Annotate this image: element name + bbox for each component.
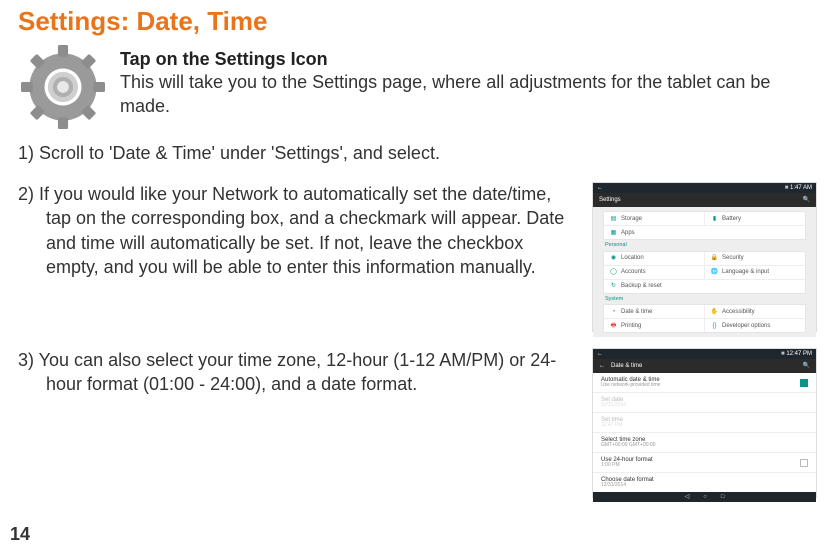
developer-icon: {} [711,322,718,329]
system-card: ◔Date & time ✋Accessibility 🖶Printing {}… [603,304,806,333]
dateformat-sub: 12/31/2014 [601,483,654,488]
step-1: 1) Scroll to 'Date & Time' under 'Settin… [18,143,817,164]
page-number: 14 [10,524,30,545]
settings-header-title: Settings [599,197,621,203]
step-2-text: 2) If you would like your Network to aut… [18,182,580,279]
24hour-sub: 1:00 PM [601,463,653,468]
clock-icon: ◔ [610,308,617,315]
step-3-body: 3) You can also select your time zone, 1… [18,348,580,397]
set-date-sub: 12/31/2014 [601,403,626,408]
datetime-header: ← Date & time 🔍 [593,359,816,373]
accounts-item[interactable]: ◯Accounts [604,266,705,280]
intro-text: Tap on the Settings Icon This will take … [120,45,817,129]
timezone-item[interactable]: Select time zone GMT+00:00 GMT+00:00 [593,433,816,453]
datetime-header-title: Date & time [611,363,642,369]
system-header: System [603,294,806,305]
nav-home-icon[interactable]: ○ [703,494,707,500]
storage-item[interactable]: ▤Storage [604,212,705,226]
timezone-sub: GMT+00:00 GMT+00:00 [601,443,655,448]
intro-body: This will take you to the Settings page,… [120,70,817,119]
apps-item[interactable]: ▦Apps [604,226,805,239]
developer-item[interactable]: {}Developer options [705,319,805,332]
auto-datetime-item[interactable]: Automatic date & time Use network-provid… [593,373,816,393]
storage-icon: ▤ [610,215,617,222]
accessibility-icon: ✋ [711,308,718,315]
datetime-screenshot: ← ■ 12:47 PM ← Date & time 🔍 Automatic d… [592,348,817,498]
auto-datetime-sub: Use network-provided time [601,383,660,388]
gear-icon [21,45,105,129]
auto-datetime-checkbox[interactable] [800,379,808,387]
page-title: Settings: Date, Time [18,6,817,37]
datetime-body: Automatic date & time Use network-provid… [593,373,816,492]
backup-item[interactable]: ↻Backup & reset [604,280,805,293]
location-item[interactable]: ◉Location [604,252,705,266]
security-item[interactable]: 🔒Security [705,252,805,266]
set-date-item: Set date 12/31/2014 [593,393,816,413]
step-3-text: 3) You can also select your time zone, 1… [18,348,580,397]
dateformat-item[interactable]: Choose date format 12/31/2014 [593,473,816,492]
accessibility-item[interactable]: ✋Accessibility [705,305,805,319]
settings-screenshot: ← ■ 1:47 AM Settings 🔍 ▤Storage ▮Battery… [592,182,817,332]
language-item[interactable]: 🌐Language & input [705,266,805,280]
search-icon[interactable]: 🔍 [803,197,810,203]
status-clock: ■ 1:47 AM [785,185,812,191]
personal-header: Personal [603,240,806,251]
security-icon: 🔒 [711,255,718,262]
battery-item[interactable]: ▮Battery [705,212,805,226]
device-card: ▤Storage ▮Battery ▦Apps [603,211,806,240]
accounts-icon: ◯ [610,269,617,276]
set-time-item: Set time 12:47 PM [593,413,816,433]
printing-item[interactable]: 🖶Printing [604,319,705,332]
backup-icon: ↻ [610,283,617,290]
settings-gear-illustration [18,45,108,129]
printing-icon: 🖶 [610,322,617,329]
nav-back-icon[interactable]: ◁ [685,494,690,500]
status-clock-2: ■ 12:47 PM [781,351,812,357]
step-3-row: 3) You can also select your time zone, 1… [18,348,817,498]
status-bar-2: ← ■ 12:47 PM [593,349,816,359]
search-icon[interactable]: 🔍 [803,363,810,369]
personal-card: ◉Location 🔒Security ◯Accounts 🌐Language … [603,251,806,294]
intro-heading: Tap on the Settings Icon [120,49,817,70]
language-icon: 🌐 [711,269,718,276]
set-time-sub: 12:47 PM [601,423,623,428]
battery-icon: ▮ [711,215,718,222]
back-arrow-icon[interactable]: ← [599,363,605,369]
step-2-row: 2) If you would like your Network to aut… [18,182,817,332]
nav-left-icon: ← [597,351,603,357]
location-icon: ◉ [610,255,617,262]
datetime-item[interactable]: ◔Date & time [604,305,705,319]
status-bar: ← ■ 1:47 AM [593,183,816,193]
settings-header: Settings 🔍 [593,193,816,207]
nav-recent-icon[interactable]: □ [721,494,725,500]
apps-icon: ▦ [610,229,617,236]
nav-left-icon: ← [597,185,603,191]
24hour-checkbox[interactable] [800,459,808,467]
settings-body: ▤Storage ▮Battery ▦Apps Personal ◉Locati… [593,207,816,337]
nav-bar: ◁ ○ □ [593,492,816,502]
24hour-item[interactable]: Use 24-hour format 1:00 PM [593,453,816,473]
step-2-body: 2) If you would like your Network to aut… [18,182,580,279]
intro-row: Tap on the Settings Icon This will take … [18,45,817,129]
